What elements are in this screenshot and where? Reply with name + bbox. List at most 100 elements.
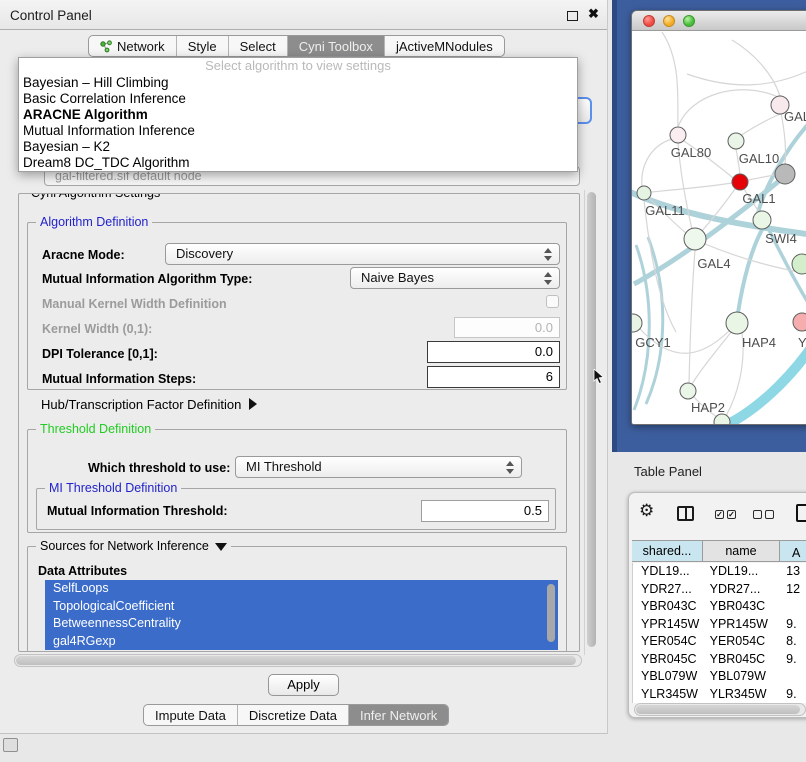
network-edge[interactable] [687, 70, 806, 85]
table-cell: YBL079W [704, 668, 781, 686]
sources-title-row[interactable]: Sources for Network Inference [36, 539, 231, 553]
settings-vertical-scrollbar[interactable] [584, 190, 597, 655]
attribute-list[interactable]: SelfLoopsTopologicalCoefficientBetweenne… [45, 580, 558, 650]
tab-select[interactable]: Select [228, 36, 287, 56]
table-row[interactable]: YLR345WYLR345W9. [633, 686, 806, 704]
column-header-name[interactable]: name [703, 541, 780, 561]
gear-icon[interactable]: ⚙ [639, 503, 654, 520]
column-header-partial[interactable]: A [780, 541, 806, 561]
minimized-panel-icon[interactable] [3, 738, 18, 752]
network-edge[interactable] [726, 333, 743, 416]
table-row[interactable]: YPR145WYPR145W9. [633, 616, 806, 634]
network-node[interactable] [684, 228, 706, 250]
mi-type-combobox[interactable]: Naive Bayes [350, 267, 560, 289]
network-edge[interactable] [678, 90, 778, 127]
zoom-traffic-light-icon[interactable] [683, 15, 695, 27]
algorithm-option[interactable]: Mutual Information Inference [19, 123, 577, 139]
attribute-list-scrollbar[interactable] [547, 584, 555, 642]
network-edge[interactable] [732, 40, 780, 96]
mi-type-label: Mutual Information Algorithm Type: [42, 272, 252, 286]
table-row[interactable]: YBR043CYBR043C [633, 598, 806, 616]
network-window-titlebar[interactable] [632, 11, 806, 31]
network-edge[interactable] [738, 228, 763, 313]
mi-threshold-field[interactable]: 0.5 [421, 500, 549, 522]
minimize-traffic-light-icon[interactable] [663, 15, 675, 27]
collapse-down-icon [215, 543, 227, 551]
network-edge[interactable] [689, 250, 695, 383]
table-row[interactable]: YDL19...YDL19...13 [633, 563, 806, 581]
tab-label: Style [188, 39, 217, 54]
tab-discretize-data[interactable]: Discretize Data [237, 705, 348, 725]
close-traffic-light-icon[interactable] [643, 15, 655, 27]
tab-label: Network [117, 39, 165, 54]
network-node[interactable] [732, 174, 748, 190]
network-edge[interactable] [740, 114, 780, 136]
network-edge[interactable] [642, 139, 672, 187]
network-node[interactable] [775, 164, 795, 184]
network-node-label: GCY1 [635, 335, 670, 350]
tab-jactivemnodules[interactable]: jActiveMNodules [384, 36, 504, 56]
popup-prompt: Select algorithm to view settings [19, 58, 577, 75]
algorithm-option[interactable]: Dream8 DC_TDC Algorithm [19, 155, 577, 171]
network-view-content[interactable]: GALGAL80GAL10GAL1GAL11SWI4GAL4GCY1HAP4YH… [632, 32, 806, 425]
tab-label: Select [240, 39, 276, 54]
unselect-all-columns-icon[interactable] [753, 510, 774, 519]
algorithm-option[interactable]: Basic Correlation Inference [19, 91, 577, 107]
document-icon[interactable] [796, 504, 806, 522]
algorithm-option[interactable]: Bayesian – Hill Climbing [19, 75, 577, 91]
dpi-tolerance-field[interactable]: 0.0 [427, 341, 560, 363]
algorithm-option[interactable]: ARACNE Algorithm [19, 107, 577, 123]
network-node[interactable] [726, 312, 748, 334]
column-browser-icon[interactable] [677, 506, 694, 521]
attribute-list-item[interactable]: gal4RGexp [45, 633, 558, 651]
attribute-list-item[interactable]: BetweennessCentrality [45, 615, 558, 633]
tab-infer-network[interactable]: Infer Network [348, 705, 448, 725]
network-node[interactable] [793, 313, 806, 331]
manual-kernel-checkbox[interactable] [546, 295, 559, 308]
hub-definition-toggle[interactable]: Hub/Transcription Factor Definition [41, 397, 257, 412]
network-node-label: GAL1 [742, 191, 775, 206]
network-edge[interactable] [720, 338, 806, 425]
attribute-list-item[interactable]: SelfLoops [45, 580, 558, 598]
control-panel: Control Panel ✖ Network Style Select Cyn… [0, 0, 608, 734]
network-canvas[interactable]: GALGAL80GAL10GAL1GAL11SWI4GAL4GCY1HAP4YH… [632, 32, 806, 425]
mi-steps-field[interactable]: 6 [427, 366, 560, 388]
select-all-columns-icon[interactable]: ✓ ✓ [715, 510, 736, 519]
tab-cyni-toolbox[interactable]: Cyni Toolbox [287, 36, 384, 56]
table-row[interactable]: YDR27...YDR27...12 [633, 581, 806, 599]
network-node[interactable] [670, 127, 686, 143]
tab-network[interactable]: Network [89, 36, 176, 56]
which-threshold-label: Which threshold to use: [88, 461, 230, 475]
network-node[interactable] [728, 133, 744, 149]
network-node[interactable] [753, 211, 771, 229]
table-row[interactable]: YER054CYER054C8. [633, 633, 806, 651]
tab-impute-data[interactable]: Impute Data [144, 705, 237, 725]
network-edge[interactable] [651, 183, 732, 192]
network-edge[interactable] [692, 331, 732, 384]
algorithm-option[interactable]: Bayesian – K2 [19, 139, 577, 155]
table-cell: YDL19... [633, 563, 704, 581]
network-node-label: GAL [784, 109, 806, 124]
column-header-shared-name[interactable]: shared... [632, 541, 703, 561]
attribute-list-item[interactable]: TopologicalCoefficient [45, 598, 558, 616]
tab-style[interactable]: Style [176, 36, 228, 56]
network-node[interactable] [680, 383, 696, 399]
aracne-mode-combobox[interactable]: Discovery [165, 243, 560, 265]
table-horizontal-scrollbar[interactable] [634, 703, 806, 716]
table-row[interactable]: YBL079WYBL079W [633, 668, 806, 686]
table-cell: YDR27... [633, 581, 704, 599]
network-node[interactable] [714, 414, 730, 425]
close-icon[interactable]: ✖ [588, 6, 599, 22]
network-node[interactable] [637, 186, 651, 200]
kernel-width-field[interactable]: 0.0 [454, 317, 560, 338]
mi-steps-label: Mutual Information Steps: [42, 372, 196, 386]
bottom-tab-bar: Impute Data Discretize Data Infer Networ… [143, 704, 449, 726]
apply-button[interactable]: Apply [268, 674, 339, 696]
tab-label: jActiveMNodules [396, 39, 493, 54]
table-row[interactable]: YBR045CYBR045C9. [633, 651, 806, 669]
which-threshold-combobox[interactable]: MI Threshold [235, 456, 522, 478]
network-edge[interactable] [662, 32, 678, 127]
network-view-window[interactable]: GALGAL80GAL10GAL1GAL11SWI4GAL4GCY1HAP4YH… [631, 10, 806, 425]
settings-horizontal-scrollbar[interactable] [14, 654, 582, 667]
float-panel-icon[interactable] [567, 11, 578, 21]
